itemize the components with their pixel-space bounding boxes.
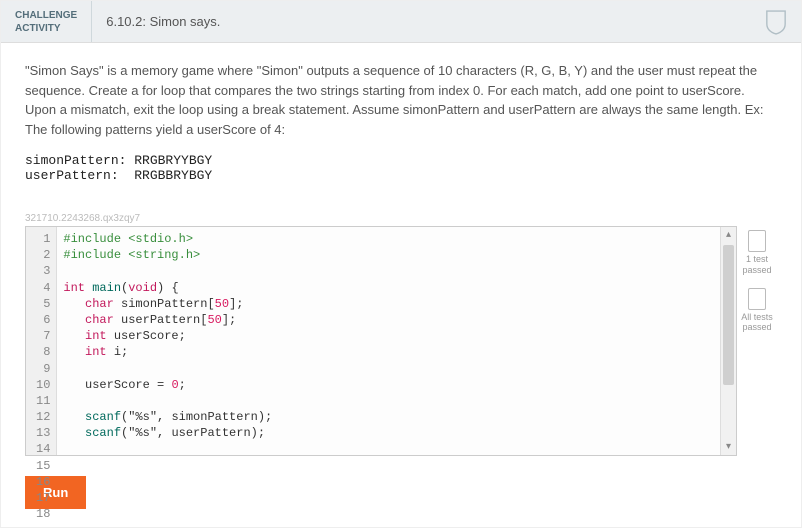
code-line[interactable]: scanf("%s", simonPattern); [63,409,714,425]
card-header: CHALLENGE ACTIVITY 6.10.2: Simon says. [1,1,801,43]
line-number: 11 [36,393,50,409]
code-line[interactable] [63,441,714,455]
challenge-tag-line1: CHALLENGE [15,9,77,22]
checkbox-icon [748,230,766,252]
test-status-panel: 1 test passed All tests passed [737,226,777,345]
card-body: "Simon Says" is a memory game where "Sim… [1,43,801,466]
editor-row: 123456789101112131415161718 #include <st… [25,226,777,456]
line-number: 13 [36,425,50,441]
test-status-all: All tests passed [737,288,777,334]
challenge-card: CHALLENGE ACTIVITY 6.10.2: Simon says. "… [0,0,802,528]
line-number: 2 [36,247,50,263]
code-line[interactable]: scanf("%s", userPattern); [63,425,714,441]
code-editor[interactable]: 123456789101112131415161718 #include <st… [25,226,737,456]
scroll-up-icon[interactable]: ▴ [721,227,736,243]
challenge-tag-line2: ACTIVITY [15,22,77,35]
code-line[interactable]: int i; [63,344,714,360]
test-status-1: 1 test passed [737,230,777,276]
code-line[interactable]: char simonPattern[50]; [63,296,714,312]
line-number: 17 [36,490,50,506]
run-button[interactable]: Run [25,476,86,509]
code-line[interactable] [63,393,714,409]
scroll-down-icon[interactable]: ▾ [721,439,736,455]
instance-hash: 321710.2243268.qx3zqy7 [25,213,777,224]
line-number: 15 [36,458,50,474]
code-line[interactable]: int userScore; [63,328,714,344]
line-number: 4 [36,280,50,296]
line-number: 8 [36,344,50,360]
code-area[interactable]: #include <stdio.h>#include <string.h> in… [57,227,720,455]
code-line[interactable]: int main(void) { [63,280,714,296]
line-number: 9 [36,361,50,377]
line-number: 3 [36,263,50,279]
shield-icon [765,9,787,35]
line-number: 5 [36,296,50,312]
action-row: Run [1,466,801,527]
line-gutter: 123456789101112131415161718 [26,227,57,455]
line-number: 18 [36,506,50,522]
scroll-thumb[interactable] [723,245,734,385]
code-line[interactable]: char userPattern[50]; [63,312,714,328]
test-status-all-label: All tests passed [737,312,777,334]
code-line[interactable]: #include <stdio.h> [63,231,714,247]
example-patterns: simonPattern: RRGBRYYBGY userPattern: RR… [25,153,777,183]
code-line[interactable]: #include <string.h> [63,247,714,263]
test-status-1-label: 1 test passed [737,254,777,276]
line-number: 6 [36,312,50,328]
editor-scrollbar[interactable]: ▴ ▾ [720,227,736,455]
code-line[interactable] [63,361,714,377]
line-number: 10 [36,377,50,393]
line-number: 7 [36,328,50,344]
line-number: 12 [36,409,50,425]
challenge-description: "Simon Says" is a memory game where "Sim… [25,61,777,139]
code-line[interactable]: userScore = 0; [63,377,714,393]
code-line[interactable] [63,263,714,279]
line-number: 14 [36,441,50,457]
challenge-tag: CHALLENGE ACTIVITY [1,1,92,42]
line-number: 16 [36,474,50,490]
checkbox-icon [748,288,766,310]
line-number: 1 [36,231,50,247]
challenge-title: 6.10.2: Simon says. [92,1,751,42]
completion-badge [751,1,801,42]
